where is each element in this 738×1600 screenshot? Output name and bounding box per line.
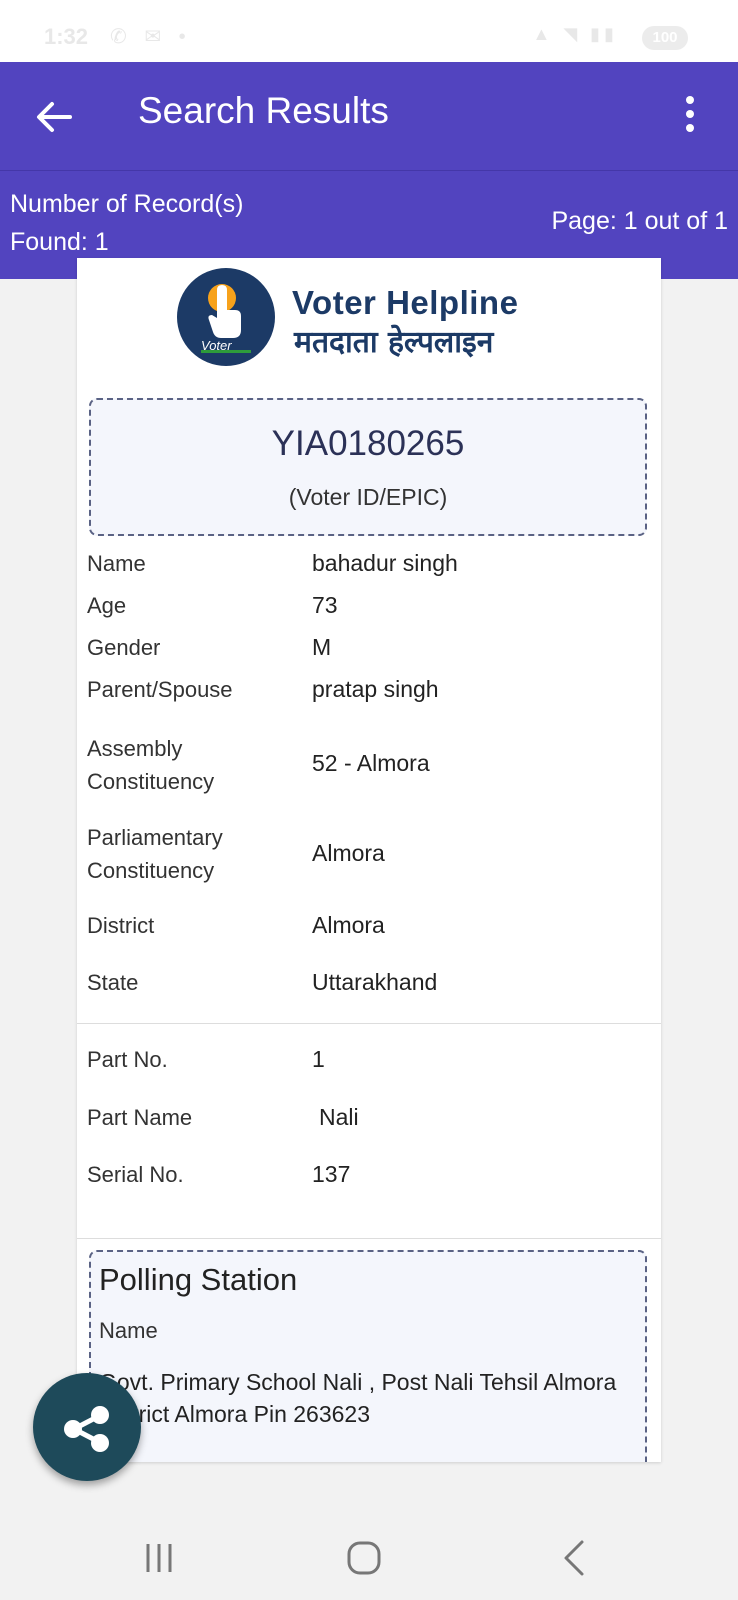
voter-result-card: Voter Voter Helpline मतदाता हेल्पलाइन YI… — [77, 258, 661, 1462]
notification-icons: ✆ ✉ • — [110, 26, 192, 48]
polling-station-box: Polling Station Name Govt. Primary Schoo… — [89, 1250, 647, 1462]
detail-value: Almora — [312, 912, 385, 938]
detail-value: bahadur singh — [312, 550, 458, 576]
logo-title-en: Voter Helpline — [292, 284, 519, 321]
signal-icons: ▲ ◥ ▮▮ — [532, 24, 618, 44]
detail-value: 73 — [312, 592, 338, 618]
detail-label: Age — [87, 593, 127, 618]
epic-number: YIA0180265 — [271, 424, 465, 463]
detail-label: Part Name — [87, 1105, 193, 1130]
detail-label: District — [87, 913, 155, 938]
logo-badge-text: Voter — [201, 338, 232, 353]
detail-label: State — [87, 970, 139, 995]
detail-value: Uttarakhand — [312, 969, 438, 995]
detail-label: Parliamentary Constituency — [87, 825, 223, 883]
page-title: Search Results — [138, 90, 389, 131]
logo-emblem: Voter — [177, 268, 275, 366]
app-bar: Search Results — [0, 62, 738, 170]
epic-label: (Voter ID/EPIC) — [288, 484, 448, 510]
detail-label: Part No. — [87, 1047, 168, 1072]
logo-title-hi: मतदाता हेल्पलाइन — [294, 325, 494, 360]
status-bar: 1:32 ✆ ✉ • ▲ ◥ ▮▮ 100 — [0, 0, 738, 62]
detail-label: Serial No. — [87, 1162, 184, 1187]
divider — [77, 1238, 661, 1239]
arrow-left-icon[interactable] — [30, 92, 80, 142]
detail-value: 52 - Almora — [312, 750, 430, 776]
voter-helpline-logo: Voter Voter Helpline मतदाता हेल्पलाइन — [177, 268, 577, 368]
more-vertical-icon[interactable] — [670, 96, 710, 136]
detail-value: pratap singh — [312, 676, 439, 702]
share-icon — [64, 1406, 109, 1452]
chevron-left-icon[interactable] — [556, 1538, 596, 1578]
detail-label: Assembly Constituency — [87, 736, 215, 794]
page-indicator: Page: 1 out of 1 — [551, 207, 728, 235]
detail-value: 1 — [312, 1046, 325, 1072]
divider — [77, 1023, 661, 1024]
polling-station-title: Polling Station — [99, 1262, 298, 1297]
detail-value: Nali — [319, 1104, 359, 1130]
detail-label: Name — [87, 551, 146, 576]
records-found-text: Number of Record(s) Found: 1 — [10, 190, 244, 256]
system-nav-bar — [0, 1500, 738, 1600]
detail-value: Almora — [312, 840, 385, 866]
polling-station-name: Govt. Primary School Nali , Post Nali Te… — [99, 1369, 617, 1427]
polling-station-name-label: Name — [99, 1318, 158, 1343]
recents-icon[interactable] — [140, 1540, 180, 1576]
detail-label: Parent/Spouse — [87, 677, 233, 702]
detail-value: M — [312, 634, 332, 660]
home-icon[interactable] — [344, 1538, 384, 1578]
battery-icon: 100 — [642, 26, 688, 50]
epic-box: YIA0180265 (Voter ID/EPIC) — [89, 398, 647, 536]
detail-label: Gender — [87, 635, 161, 660]
status-time: 1:32 — [44, 24, 89, 49]
share-button[interactable] — [33, 1373, 141, 1481]
detail-value: 137 — [312, 1161, 351, 1187]
